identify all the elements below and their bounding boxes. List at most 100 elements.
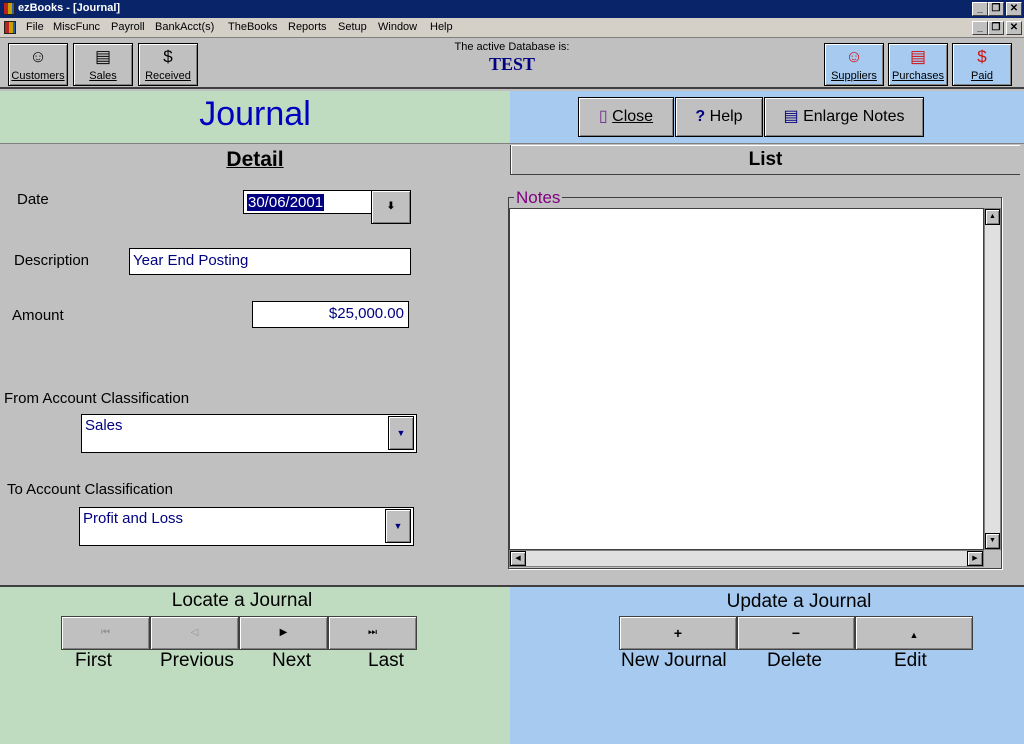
menu-reports[interactable]: Reports	[288, 21, 327, 33]
help-button[interactable]: ? Help	[675, 97, 763, 137]
menu-help[interactable]: Help	[430, 21, 453, 33]
child-close-icon[interactable]: ✕	[1006, 21, 1022, 35]
locate-title: Locate a Journal	[171, 590, 313, 611]
menu-setup[interactable]: Setup	[338, 21, 367, 33]
purchases-button[interactable]: ▤ Purchases	[888, 43, 948, 86]
purchases-label: Purchases	[892, 70, 944, 82]
menu-bar: File MiscFunc Payroll BankAcct(s) TheBoo…	[0, 18, 1024, 38]
date-value: 30/06/2001	[247, 194, 325, 211]
title-bar: ezBooks - [Journal] _ ❐ ✕	[0, 0, 1024, 18]
tab-list[interactable]: List	[510, 145, 1020, 175]
enlarge-notes-button[interactable]: ▤ Enlarge Notes	[764, 97, 924, 137]
last-label: Last	[368, 650, 404, 671]
door-icon: ▯	[598, 108, 608, 125]
new-journal-button[interactable]: +	[619, 616, 737, 650]
close-label: Close	[612, 108, 654, 125]
description-field[interactable]: Year End Posting	[129, 248, 411, 275]
child-restore-icon[interactable]: ❐	[988, 21, 1004, 35]
suppliers-label: Suppliers	[831, 70, 877, 82]
to-account-value: Profit and Loss	[83, 510, 184, 527]
notes-vertical-scrollbar[interactable]: ▲ ▼	[984, 208, 1001, 550]
tab-detail[interactable]: Detail	[0, 145, 510, 175]
paid-button[interactable]: $ Paid	[952, 43, 1012, 86]
chevron-down-icon[interactable]: ▼	[385, 509, 411, 543]
document-icon	[4, 21, 16, 34]
from-account-value: Sales	[85, 417, 123, 434]
scroll-down-icon[interactable]: ▼	[985, 533, 1000, 549]
minus-icon: −	[791, 625, 801, 641]
customers-button[interactable]: ☺ Customers	[8, 43, 68, 86]
menu-window[interactable]: Window	[378, 21, 417, 33]
enlarge-notes-label: Enlarge Notes	[803, 108, 905, 125]
to-account-label: To Account Classification	[7, 481, 173, 498]
dollar-icon: $	[977, 47, 987, 66]
previous-icon: ◁	[190, 627, 199, 638]
minimize-icon[interactable]: _	[972, 2, 988, 16]
menu-file[interactable]: File	[26, 21, 44, 33]
next-button[interactable]: ▶	[239, 616, 328, 650]
next-label: Next	[272, 650, 312, 671]
help-label: Help	[709, 108, 743, 125]
paid-label: Paid	[970, 70, 994, 82]
previous-button[interactable]: ◁	[150, 616, 239, 650]
triangle-up-icon: ▲	[909, 630, 919, 640]
toolbar: ☺ Customers ▤ Sales $ Received The activ…	[0, 38, 1024, 89]
dollar-icon: $	[163, 47, 173, 66]
close-button[interactable]: ▯ Close	[578, 97, 674, 137]
amount-field[interactable]: $25,000.00	[252, 301, 409, 328]
db-caption: The active Database is:	[454, 41, 570, 53]
date-field[interactable]: 30/06/2001	[243, 190, 373, 214]
suppliers-button[interactable]: ☺ Suppliers	[824, 43, 884, 86]
scroll-right-icon[interactable]: ▶	[967, 551, 983, 566]
chevron-down-icon[interactable]: ▼	[388, 416, 414, 450]
close-icon[interactable]: ✕	[1006, 2, 1022, 16]
child-minimize-icon[interactable]: _	[972, 21, 988, 35]
received-button[interactable]: $ Received	[138, 43, 198, 86]
delete-label: Delete	[767, 650, 822, 671]
customers-label: Customers	[11, 70, 65, 82]
description-label: Description	[14, 252, 90, 269]
menu-bankaccts[interactable]: BankAcct(s)	[155, 21, 214, 33]
next-icon: ▶	[279, 627, 288, 638]
notes-horizontal-scrollbar[interactable]: ◀ ▶	[509, 550, 984, 567]
header-right: ▯ Close ? Help ▤ Enlarge Notes	[510, 91, 1024, 143]
smiley-icon: ☺	[29, 47, 47, 66]
menu-payroll[interactable]: Payroll	[111, 21, 145, 33]
plus-icon: +	[673, 625, 683, 641]
header-left: Journal	[0, 91, 510, 143]
page-title: Journal	[199, 95, 311, 133]
menu-thebooks[interactable]: TheBooks	[228, 21, 278, 33]
arrow-down-icon: ⬇	[386, 201, 396, 212]
new-journal-label: New Journal	[621, 650, 727, 671]
documents-icon: ▤	[94, 47, 112, 66]
documents-icon: ▤	[909, 47, 927, 66]
sales-label: Sales	[89, 70, 117, 82]
update-title: Update a Journal	[726, 591, 872, 612]
edit-label: Edit	[894, 650, 927, 671]
from-account-label: From Account Classification	[4, 390, 190, 407]
from-account-select[interactable]: Sales ▼	[81, 414, 417, 453]
scroll-up-icon[interactable]: ▲	[985, 209, 1000, 225]
scroll-left-icon[interactable]: ◀	[510, 551, 526, 566]
first-record-icon: ⏮	[101, 627, 110, 638]
smiley-icon: ☺	[845, 47, 863, 66]
question-icon: ?	[695, 108, 706, 125]
last-button[interactable]: ⏭	[328, 616, 417, 650]
sales-button[interactable]: ▤ Sales	[73, 43, 133, 86]
menu-miscfunc[interactable]: MiscFunc	[53, 21, 100, 33]
delete-button[interactable]: −	[737, 616, 855, 650]
last-record-icon: ⏭	[368, 627, 377, 638]
first-button[interactable]: ⏮	[61, 616, 150, 650]
notes-textarea[interactable]	[509, 208, 984, 550]
first-label: First	[75, 650, 112, 671]
amount-label: Amount	[12, 307, 64, 324]
notepad-icon: ▤	[783, 108, 799, 125]
received-label: Received	[145, 70, 191, 82]
to-account-select[interactable]: Profit and Loss ▼	[79, 507, 414, 546]
edit-button[interactable]: ▲	[855, 616, 973, 650]
window-title: ezBooks - [Journal]	[18, 2, 121, 14]
date-picker-button[interactable]: ⬇	[371, 190, 411, 224]
locate-panel: Locate a Journal ⏮ ◁ ▶ ⏭ First Previous …	[0, 587, 510, 744]
app-icon	[3, 2, 15, 15]
restore-icon[interactable]: ❐	[988, 2, 1004, 16]
